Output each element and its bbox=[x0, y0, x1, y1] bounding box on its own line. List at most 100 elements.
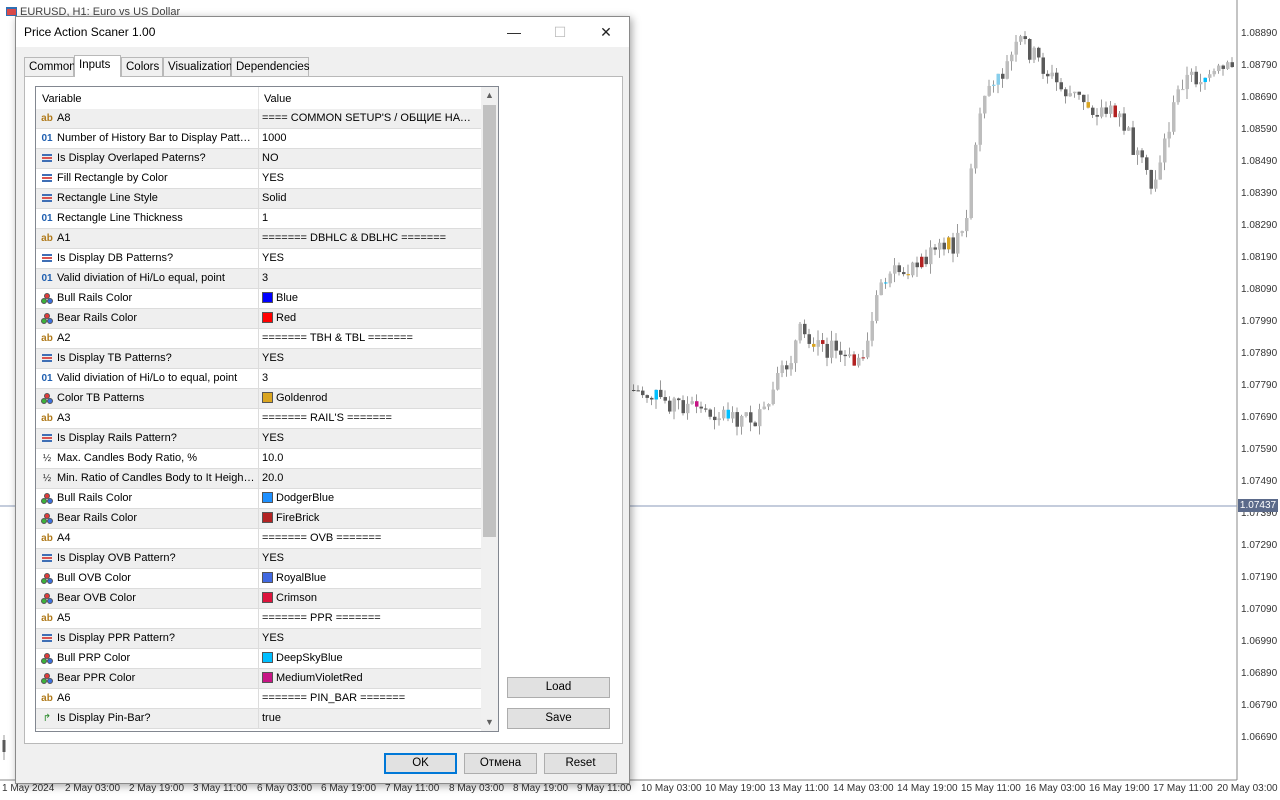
tab-common[interactable]: Common bbox=[24, 57, 76, 76]
ok-button[interactable]: OK bbox=[384, 753, 457, 774]
param-row[interactable]: Is Display Overlaped Paterns? NO bbox=[36, 149, 481, 169]
integer-type-icon: 01 bbox=[41, 273, 53, 284]
time-tick-label: 14 May 03:00 bbox=[833, 783, 894, 794]
tab-colors[interactable]: Colors bbox=[121, 57, 163, 76]
tab-visualization[interactable]: Visualization bbox=[163, 57, 232, 76]
price-tick-label: 1.08390 bbox=[1241, 188, 1278, 199]
param-row[interactable]: Is Display PPR Pattern? YES bbox=[36, 629, 481, 649]
color-name: MediumVioletRed bbox=[276, 672, 363, 684]
candle-body bbox=[915, 262, 919, 268]
cell-separator bbox=[258, 409, 259, 429]
param-name: Number of History Bar to Display Pattern… bbox=[57, 132, 255, 144]
param-value[interactable]: ======= RAIL'S ======= bbox=[262, 412, 477, 424]
param-row[interactable]: Bear Rails Color Red bbox=[36, 309, 481, 329]
param-row[interactable]: 01 Number of History Bar to Display Patte… bbox=[36, 129, 481, 149]
param-value[interactable]: Blue bbox=[262, 292, 477, 304]
param-value[interactable]: YES bbox=[262, 352, 477, 364]
param-row[interactable]: Is Display OVB Pattern? YES bbox=[36, 549, 481, 569]
param-row[interactable]: ½ Min. Ratio of Candles Body to It Height… bbox=[36, 469, 481, 489]
param-value[interactable]: RoyalBlue bbox=[262, 572, 477, 584]
cell-separator bbox=[258, 709, 259, 729]
param-value[interactable]: ======= DBHLC & DBLHC ======= bbox=[262, 232, 477, 244]
scroll-thumb[interactable] bbox=[483, 105, 496, 537]
save-button[interactable]: Save bbox=[507, 708, 610, 729]
candle-body bbox=[1190, 71, 1194, 75]
candle-body bbox=[1127, 127, 1131, 131]
param-row[interactable]: Bear OVB Color Crimson bbox=[36, 589, 481, 609]
param-row[interactable]: 01 Valid diviation of Hi/Lo equal, point 3 bbox=[36, 269, 481, 289]
param-value[interactable]: YES bbox=[262, 552, 477, 564]
param-row[interactable]: 01 Valid diviation of Hi/Lo to equal, poi… bbox=[36, 369, 481, 389]
param-row[interactable]: ab A8 ==== COMMON SETUP'S / ОБЩИЕ НАСТРОЙК… bbox=[36, 109, 481, 129]
param-value[interactable]: YES bbox=[262, 432, 477, 444]
param-value[interactable]: DodgerBlue bbox=[262, 492, 477, 504]
candle-body bbox=[668, 400, 672, 412]
param-row[interactable]: Is Display TB Patterns? YES bbox=[36, 349, 481, 369]
param-value[interactable]: Solid bbox=[262, 192, 477, 204]
param-row[interactable]: ab A5 ======= PPR ======= bbox=[36, 609, 481, 629]
param-value[interactable]: ======= PPR ======= bbox=[262, 612, 477, 624]
param-row[interactable]: Bull Rails Color Blue bbox=[36, 289, 481, 309]
candle-body bbox=[1064, 89, 1068, 97]
tab-dependencies[interactable]: Dependencies bbox=[231, 57, 310, 76]
param-row[interactable]: Bull Rails Color DodgerBlue bbox=[36, 489, 481, 509]
param-name: Bull OVB Color bbox=[57, 572, 131, 584]
param-value[interactable]: 20.0 bbox=[262, 472, 477, 484]
param-value[interactable]: DeepSkyBlue bbox=[262, 652, 477, 664]
param-value[interactable]: FireBrick bbox=[262, 512, 477, 524]
reset-button[interactable]: Reset bbox=[544, 753, 617, 774]
param-row[interactable]: Color TB Patterns Goldenrod bbox=[36, 389, 481, 409]
vertical-scrollbar[interactable]: ▲ ▼ bbox=[481, 87, 498, 731]
param-row[interactable]: Bull OVB Color RoyalBlue bbox=[36, 569, 481, 589]
param-value[interactable]: 3 bbox=[262, 372, 477, 384]
cancel-button[interactable]: Отмена bbox=[464, 753, 537, 774]
param-row[interactable]: Is Display DB Patterns? YES bbox=[36, 249, 481, 269]
param-value[interactable]: NO bbox=[262, 152, 477, 164]
param-value[interactable]: YES bbox=[262, 632, 477, 644]
string-type-icon: ab bbox=[41, 113, 53, 124]
param-value[interactable]: ======= PIN_BAR ======= bbox=[262, 692, 477, 704]
param-row[interactable]: ↱ Is Display Pin-Bar? true bbox=[36, 709, 481, 729]
integer-type-icon: 01 bbox=[41, 133, 53, 144]
param-row[interactable]: Bear Rails Color FireBrick bbox=[36, 509, 481, 529]
column-header-value[interactable]: Value bbox=[264, 93, 291, 105]
param-row[interactable]: Bear PPR Color MediumVioletRed bbox=[36, 669, 481, 689]
load-button[interactable]: Load bbox=[507, 677, 610, 698]
param-value[interactable]: true bbox=[262, 712, 477, 724]
price-tick-label: 1.07290 bbox=[1241, 540, 1278, 551]
param-row[interactable]: Bull PRP Color DeepSkyBlue bbox=[36, 649, 481, 669]
dialog-titlebar[interactable]: Price Action Scaner 1.00 — ☐ ✕ bbox=[16, 17, 629, 47]
param-value[interactable]: ======= TBH & TBL ======= bbox=[262, 332, 477, 344]
param-row[interactable]: ab A1 ======= DBHLC & DBLHC ======= bbox=[36, 229, 481, 249]
param-row[interactable]: ab A4 ======= OVB ======= bbox=[36, 529, 481, 549]
param-value[interactable]: 1 bbox=[262, 212, 477, 224]
param-value[interactable]: ======= OVB ======= bbox=[262, 532, 477, 544]
param-row[interactable]: Fill Rectangle by Color YES bbox=[36, 169, 481, 189]
close-button[interactable]: ✕ bbox=[583, 17, 629, 47]
param-value[interactable]: ==== COMMON SETUP'S / ОБЩИЕ НАСТРОЙКИ ==… bbox=[262, 112, 477, 124]
candle-body bbox=[1181, 89, 1185, 91]
scroll-down-icon[interactable]: ▼ bbox=[481, 714, 498, 731]
param-value[interactable]: 3 bbox=[262, 272, 477, 284]
price-tick-label: 1.08290 bbox=[1241, 220, 1278, 231]
param-value[interactable]: Crimson bbox=[262, 592, 477, 604]
param-row[interactable]: 01 Rectangle Line Thickness 1 bbox=[36, 209, 481, 229]
param-row[interactable]: Is Display Rails Pattern? YES bbox=[36, 429, 481, 449]
scroll-up-icon[interactable]: ▲ bbox=[481, 87, 498, 104]
param-value[interactable]: Goldenrod bbox=[262, 392, 477, 404]
param-value[interactable]: MediumVioletRed bbox=[262, 672, 477, 684]
param-row[interactable]: ab A2 ======= TBH & TBL ======= bbox=[36, 329, 481, 349]
param-row[interactable]: Rectangle Line Style Solid bbox=[36, 189, 481, 209]
param-value[interactable]: YES bbox=[262, 252, 477, 264]
column-header-variable[interactable]: Variable bbox=[42, 93, 82, 105]
minimize-button[interactable]: — bbox=[491, 17, 537, 47]
param-row[interactable]: ½ Max. Candles Body Ratio, % 10.0 bbox=[36, 449, 481, 469]
param-value[interactable]: Red bbox=[262, 312, 477, 324]
param-value[interactable]: YES bbox=[262, 172, 477, 184]
param-row[interactable]: ab A3 ======= RAIL'S ======= bbox=[36, 409, 481, 429]
tab-inputs[interactable]: Inputs bbox=[74, 55, 121, 77]
candle-body bbox=[1149, 169, 1153, 189]
param-row[interactable]: ab A6 ======= PIN_BAR ======= bbox=[36, 689, 481, 709]
param-value[interactable]: 1000 bbox=[262, 132, 477, 144]
param-value[interactable]: 10.0 bbox=[262, 452, 477, 464]
